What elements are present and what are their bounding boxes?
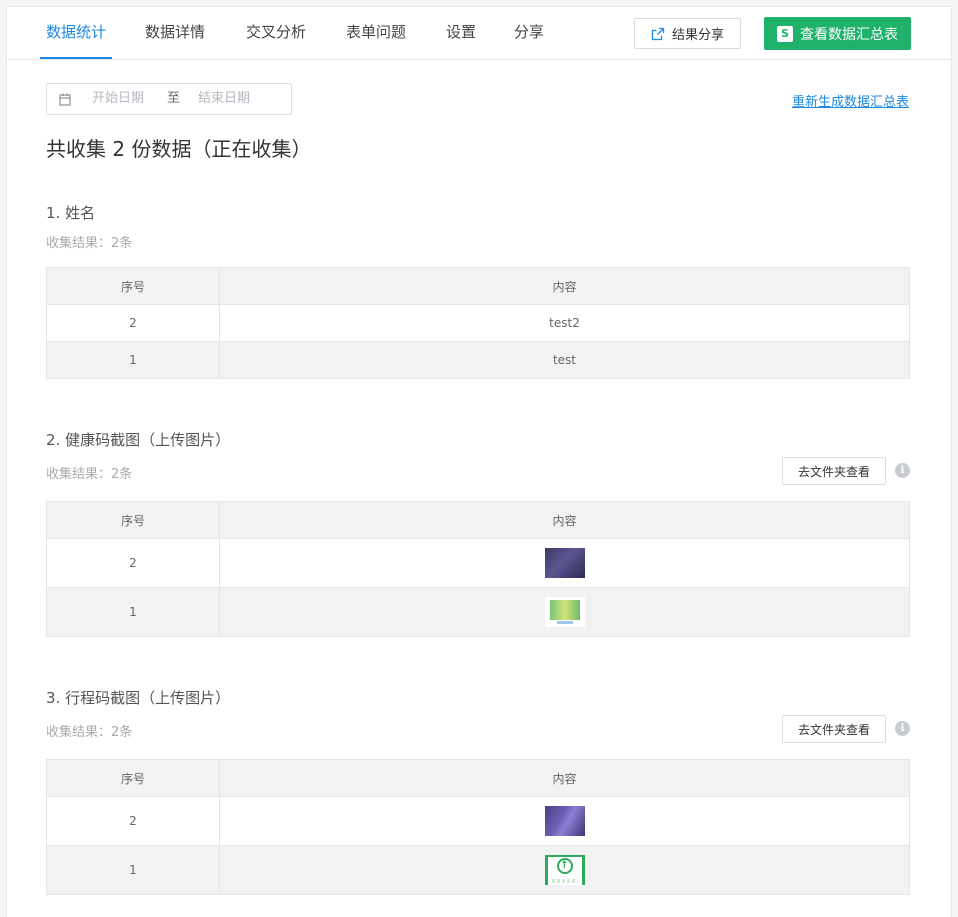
question-result-count: 收集结果：2条: [46, 725, 133, 740]
table-header-row: 序号 内容: [46, 267, 910, 305]
cell-content: [219, 796, 910, 846]
cell-content: [219, 587, 910, 637]
column-header-seq: 序号: [46, 501, 220, 539]
tab-data-details[interactable]: 数据详情: [145, 22, 205, 42]
cell-seq: 1: [46, 845, 220, 895]
info-icon[interactable]: i: [895, 721, 910, 736]
cell-content: test2: [219, 304, 910, 342]
question-1-table: 序号 内容 2 test2 1 test: [46, 267, 910, 379]
column-header-seq: 序号: [46, 759, 220, 797]
image-thumbnail[interactable]: ↑: [544, 855, 585, 885]
column-header-content: 内容: [219, 759, 910, 797]
active-tab-indicator: [40, 57, 112, 59]
stats-page: 数据统计 数据详情 交叉分析 表单问题 设置 分享 结果分享 S 查看数据汇总表…: [6, 6, 952, 917]
cell-content: [219, 538, 910, 588]
share-result-label: 结果分享: [671, 28, 724, 43]
cell-content: ↑: [219, 845, 910, 895]
image-thumbnail[interactable]: [544, 806, 585, 836]
collection-total: 共收集 2 份数据（正在收集）: [46, 137, 312, 161]
table-header-row: 序号 内容: [46, 759, 910, 797]
cell-seq: 2: [46, 538, 220, 588]
question-title: 1. 姓名: [46, 204, 96, 222]
question-title: 2. 健康码截图（上传图片）: [46, 431, 231, 449]
tab-form-questions[interactable]: 表单问题: [346, 22, 406, 42]
tab-settings[interactable]: 设置: [446, 22, 476, 42]
arrow-up-icon: ↑: [556, 858, 573, 874]
question-2-table: 序号 内容 2 1: [46, 501, 910, 637]
cell-seq: 2: [46, 796, 220, 846]
spreadsheet-icon: S: [777, 25, 793, 42]
end-date-input[interactable]: 结束日期: [198, 91, 250, 107]
column-header-content: 内容: [219, 501, 910, 539]
cell-content: test: [219, 341, 910, 379]
table-header-row: 序号 内容: [46, 501, 910, 539]
cell-seq: 2: [46, 304, 220, 342]
question-result-count: 收集结果：2条: [46, 236, 133, 251]
tab-cross-analysis[interactable]: 交叉分析: [246, 22, 306, 42]
column-header-seq: 序号: [46, 267, 220, 305]
view-summary-label: 查看数据汇总表: [800, 26, 898, 43]
question-result-count: 收集结果：2条: [46, 467, 133, 482]
column-header-content: 内容: [219, 267, 910, 305]
view-folder-button[interactable]: 去文件夹查看: [782, 457, 886, 485]
table-row: 1 ↑: [46, 845, 910, 895]
tab-data-statistics[interactable]: 数据统计: [46, 22, 106, 42]
share-result-button[interactable]: 结果分享: [634, 18, 741, 49]
table-row: 1 test: [46, 341, 910, 379]
regenerate-summary-link[interactable]: 重新生成数据汇总表: [792, 91, 909, 110]
thumbnail-top-bar: [547, 855, 582, 857]
calendar-icon: [59, 93, 71, 106]
view-summary-button[interactable]: S 查看数据汇总表: [764, 17, 911, 50]
table-row: 2: [46, 796, 910, 846]
cell-seq: 1: [46, 341, 220, 379]
date-separator: 至: [167, 91, 181, 106]
info-icon[interactable]: i: [895, 463, 910, 478]
view-folder-button[interactable]: 去文件夹查看: [782, 715, 886, 743]
thumbnail-caption-line: [556, 621, 573, 624]
share-icon: [651, 27, 665, 40]
top-nav-bar: 数据统计 数据详情 交叉分析 表单问题 设置 分享 结果分享 S 查看数据汇总表: [7, 7, 951, 60]
start-date-input[interactable]: 开始日期: [92, 91, 144, 107]
table-row: 2 test2: [46, 304, 910, 342]
date-range-picker[interactable]: 开始日期 至 结束日期: [46, 83, 292, 115]
tab-share[interactable]: 分享: [514, 22, 544, 42]
table-row: 2: [46, 538, 910, 588]
thumbnail-dots: [551, 879, 578, 883]
thumbnail-graphic: [549, 600, 580, 620]
table-row: 1: [46, 587, 910, 637]
image-thumbnail[interactable]: [544, 548, 585, 578]
cell-seq: 1: [46, 587, 220, 637]
image-thumbnail[interactable]: [544, 597, 585, 627]
question-title: 3. 行程码截图（上传图片）: [46, 689, 231, 707]
question-3-table: 序号 内容 2 1 ↑: [46, 759, 910, 895]
